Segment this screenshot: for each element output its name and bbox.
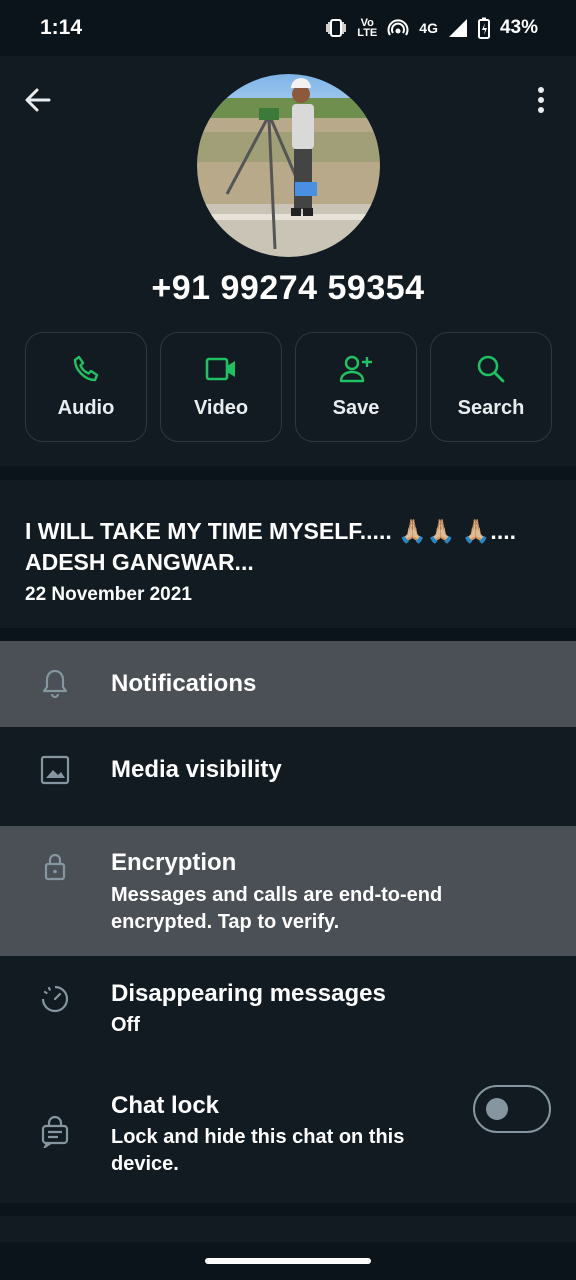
disappearing-subtitle: Off [111, 1014, 140, 1036]
status-icons: Vo LTE 4G 43% [325, 17, 538, 39]
back-button[interactable] [22, 84, 54, 116]
encryption-subtitle: Messages and calls are end-to-end encryp… [111, 884, 443, 933]
battery-percent: 43% [499, 17, 538, 38]
back-arrow-icon [25, 88, 51, 112]
contact-phone: +91 99274 59354 [151, 269, 425, 307]
audio-label: Audio [57, 397, 115, 419]
status-time: 1:14 [40, 16, 83, 39]
video-icon [205, 357, 235, 381]
chat-lock-icon [41, 1115, 69, 1148]
battery-icon [477, 17, 490, 39]
disappearing-messages-row[interactable]: Disappearing messages Off [0, 956, 576, 1074]
contact-header: +91 99274 59354 Audio Video Save Search [0, 56, 576, 466]
settings-list: Notifications Media visibility Encryptio… [0, 641, 576, 1203]
more-options-button[interactable] [526, 82, 556, 118]
vibrate-icon [325, 18, 347, 38]
system-nav-bar [0, 1242, 576, 1280]
hotspot-icon [387, 18, 409, 38]
more-vert-icon [538, 87, 544, 113]
about-date: 22 November 2021 [25, 584, 192, 605]
about-text: I WILL TAKE MY TIME MYSELF..... 🙏🏼🙏🏼 🙏🏼.… [25, 518, 516, 575]
notifications-row[interactable]: Notifications [0, 641, 576, 727]
save-contact-button[interactable]: Save [295, 332, 417, 442]
toggle-knob [486, 1098, 508, 1120]
profile-photo [197, 74, 380, 257]
lock-icon [44, 853, 66, 881]
video-call-button[interactable]: Video [160, 332, 282, 442]
bell-icon [42, 669, 68, 699]
avatar[interactable] [197, 74, 380, 257]
notifications-label: Notifications [111, 670, 257, 697]
search-button[interactable]: Search [430, 332, 552, 442]
encryption-title: Encryption [111, 849, 237, 876]
status-bar: 1:14 Vo LTE 4G 43% [0, 0, 576, 56]
action-buttons: Audio Video Save Search [25, 332, 552, 442]
about-section[interactable]: I WILL TAKE MY TIME MYSELF..... 🙏🏼🙏🏼 🙏🏼.… [0, 480, 576, 628]
chat-lock-subtitle: Lock and hide this chat on this device. [111, 1126, 405, 1175]
image-icon [40, 755, 70, 785]
bottom-section [0, 1216, 576, 1242]
phone-icon [73, 355, 99, 382]
disappearing-title: Disappearing messages [111, 980, 386, 1007]
media-visibility-label: Media visibility [111, 756, 282, 783]
chat-lock-title: Chat lock [111, 1092, 220, 1119]
timer-icon [41, 985, 69, 1013]
chat-lock-toggle[interactable] [473, 1085, 551, 1133]
home-gesture-handle[interactable] [205, 1258, 371, 1264]
audio-call-button[interactable]: Audio [25, 332, 147, 442]
encryption-row[interactable]: Encryption Messages and calls are end-to… [0, 826, 576, 956]
search-label: Search [457, 397, 525, 419]
search-icon [477, 355, 505, 383]
media-visibility-row[interactable]: Media visibility [0, 727, 576, 813]
video-label: Video [193, 397, 249, 419]
save-label: Save [332, 397, 380, 419]
volte-label: Vo LTE [357, 17, 378, 39]
network-type: 4G [419, 20, 438, 36]
signal-icon [448, 18, 468, 38]
add-person-icon [339, 355, 372, 383]
